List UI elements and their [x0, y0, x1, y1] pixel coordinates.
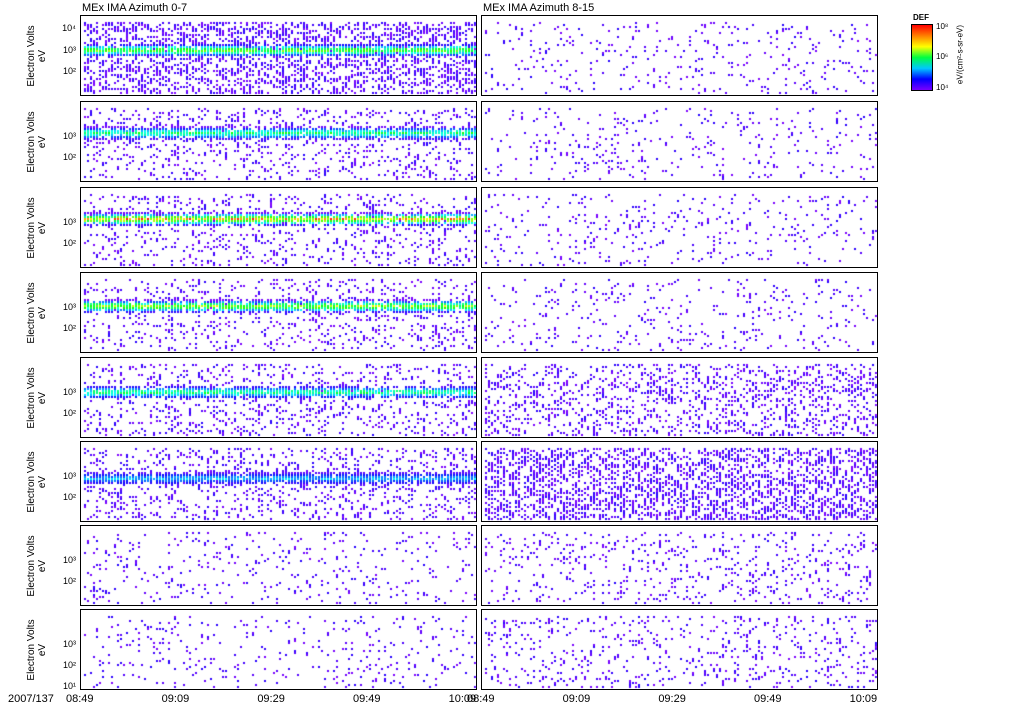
spectrogram-pixels: [482, 16, 879, 97]
spectrogram-panel-right-7: [481, 525, 879, 607]
spectrogram-panel-right-2: [481, 101, 879, 183]
y-axis-label: Electron Volts eV: [26, 24, 48, 87]
x-tick-label: 08:49: [66, 693, 94, 705]
spectrogram-panel-right-1: [481, 15, 879, 97]
y-tick-label: 10³: [62, 470, 76, 481]
spectrogram-pixels: [81, 16, 478, 97]
spectrogram-pixels: [81, 358, 478, 439]
y-tick-label: 10¹: [62, 681, 76, 692]
y-tick-label: 10²: [62, 575, 76, 586]
spectrogram-panel-right-6: [481, 441, 879, 523]
y-tick-label: 10³: [62, 44, 76, 55]
y-tick-label: 10³: [62, 216, 76, 227]
spectrogram-pixels: [81, 610, 478, 691]
spectrogram-panel-right-3: [481, 187, 879, 269]
colorbar-unit: eV/(cm²-s-sr-eV): [955, 24, 965, 85]
spectrogram-panel-right-5: [481, 357, 879, 439]
spectrogram-pixels: [482, 442, 879, 523]
y-tick-label: 10³: [62, 554, 76, 565]
y-axis-label: Electron Volts eV: [26, 196, 48, 259]
y-tick-label: 10³: [62, 130, 76, 141]
x-tick-label: 09:09: [161, 693, 190, 705]
y-axis-label: Electron Volts eV: [26, 618, 48, 681]
x-tick-label: 10:09: [849, 693, 878, 705]
date-label: 2007/137: [8, 693, 54, 705]
y-axis-label: Electron Volts eV: [26, 281, 48, 344]
spectrogram-panel-right-8: [481, 609, 879, 691]
x-tick-label: 09:49: [352, 693, 381, 705]
spectrogram-panel-left-5: [80, 357, 478, 439]
y-tick-label: 10²: [62, 237, 76, 248]
y-axis-label: Electron Volts eV: [26, 450, 48, 513]
colorbar-tick: 10⁴: [936, 83, 949, 92]
y-tick-label: 10²: [62, 151, 76, 162]
y-tick-label: 10³: [62, 386, 76, 397]
spectrogram-panel-right-4: [481, 272, 879, 354]
spectrogram-pixels: [81, 102, 478, 183]
spectrogram-panel-left-4: [80, 272, 478, 354]
colorbar-tick: 10⁶: [936, 52, 949, 61]
x-tick-label: 09:29: [658, 693, 686, 705]
y-tick-label: 10²: [62, 65, 76, 76]
y-tick-label: 10³: [62, 638, 76, 649]
spectrogram-pixels: [81, 188, 478, 269]
spectrogram-pixels: [482, 358, 879, 439]
spectrogram-pixels: [81, 526, 478, 607]
y-tick-label: 10²: [62, 322, 76, 333]
spectrogram-pixels: [482, 610, 879, 691]
spectrogram-figure: MEx IMA Azimuth 0-7 MEx IMA Azimuth 8-15…: [0, 0, 1024, 708]
y-axis-label: Electron Volts eV: [26, 110, 48, 173]
spectrogram-pixels: [482, 188, 879, 269]
spectrogram-pixels: [81, 273, 478, 354]
spectrogram-panel-left-2: [80, 101, 478, 183]
y-tick-label: 10²: [62, 407, 76, 418]
x-tick-label: 09:49: [753, 693, 782, 705]
x-tick-label: 10:09: [448, 693, 477, 705]
spectrogram-pixels: [482, 273, 879, 354]
spectrogram-panel-left-6: [80, 441, 478, 523]
spectrogram-pixels: [81, 442, 478, 523]
x-tick-label: 09:09: [562, 693, 591, 705]
y-tick-label: 10³: [62, 301, 76, 312]
spectrogram-pixels: [482, 102, 879, 183]
right-column-title: MEx IMA Azimuth 8-15: [483, 2, 595, 14]
y-tick-label: 10²: [62, 491, 76, 502]
y-axis-label: Electron Volts eV: [26, 366, 48, 429]
spectrogram-panel-left-7: [80, 525, 478, 607]
y-tick-label: 10²: [62, 659, 76, 670]
left-column-title: MEx IMA Azimuth 0-7: [82, 2, 188, 14]
colorbar: [911, 24, 933, 91]
colorbar-tick: 10⁸: [936, 22, 949, 31]
spectrogram-pixels: [482, 526, 879, 607]
y-tick-label: 10⁴: [62, 23, 76, 34]
colorbar-label: DEF: [913, 13, 929, 22]
spectrogram-panel-left-8: [80, 609, 478, 691]
spectrogram-panel-left-3: [80, 187, 478, 269]
spectrogram-panel-left-1: [80, 15, 478, 97]
y-axis-label: Electron Volts eV: [26, 534, 48, 597]
x-tick-label: 09:29: [257, 693, 285, 705]
